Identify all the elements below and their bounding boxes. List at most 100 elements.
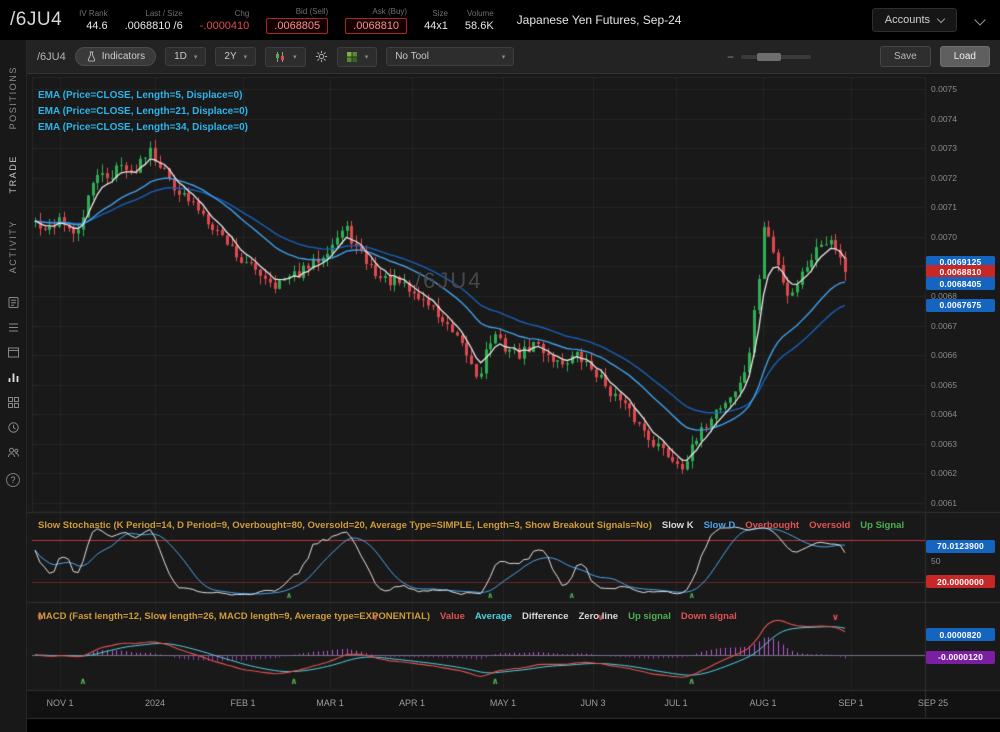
macd-study-label[interactable]: MACD (Fast length=12, Slow length=26, MA… — [38, 611, 430, 622]
stochastic-axis-tag: 20.0000000 — [926, 575, 995, 588]
chart-watermark: /6JU4 — [415, 268, 482, 294]
last-size-field: Last / Size .0068810 /6 — [125, 9, 183, 32]
help-icon[interactable]: ? — [6, 473, 20, 487]
browser-icon[interactable] — [6, 345, 20, 359]
time-axis-label: AUG 1 — [743, 698, 783, 708]
bid-label: Bid (Sell) — [296, 7, 328, 16]
indicators-label: Indicators — [102, 51, 145, 62]
time-axis-label: SEP 25 — [913, 698, 953, 708]
apps-grid-icon[interactable] — [6, 395, 20, 409]
legend-zero-line: Zero line — [579, 611, 619, 622]
chevron-down-icon: ▾ — [244, 53, 248, 61]
time-axis-label: 2024 — [135, 698, 175, 708]
timeframe-dropdown[interactable]: 1D ▾ — [165, 47, 206, 66]
tab-activity[interactable]: ACTIVITY — [8, 220, 18, 273]
tab-trade[interactable]: TRADE — [8, 155, 18, 194]
stochastic-axis-label: 50 — [931, 556, 940, 566]
legend-oversold: Oversold — [809, 520, 850, 531]
stochastic-header: Slow Stochastic (K Period=14, D Period=9… — [38, 520, 924, 531]
layout-grid-icon — [346, 51, 358, 63]
zoom-out-icon[interactable]: − — [727, 50, 734, 64]
chevron-down-icon: ▾ — [194, 53, 198, 61]
price-axis-label: 0.0066 — [931, 350, 957, 360]
chevron-down-icon: ▾ — [365, 53, 369, 61]
candlestick-type-icon — [274, 51, 286, 63]
layout-dropdown[interactable]: ▾ — [337, 47, 378, 67]
journal-icon[interactable] — [6, 295, 20, 309]
drawing-tool-dropdown[interactable]: No Tool ▾ — [386, 47, 514, 66]
save-button[interactable]: Save — [880, 46, 931, 67]
chart-area[interactable]: EMA (Price=CLOSE, Length=5, Displace=0) … — [27, 74, 1000, 732]
change-value: -.0000410 — [200, 20, 250, 32]
legend-difference: Difference — [522, 611, 568, 622]
chart-icon[interactable] — [6, 370, 20, 384]
macd-axis-tag: 0.0000820 — [926, 628, 995, 641]
legend-overbought: Overbought — [745, 520, 799, 531]
watchlist-icon[interactable] — [6, 320, 20, 334]
bid-field: Bid (Sell) .0068805 — [266, 7, 328, 34]
symbol-title: /6JU4 — [10, 9, 62, 31]
ask-button[interactable]: .0068810 — [345, 18, 407, 34]
history-clock-icon[interactable] — [6, 420, 20, 434]
macd-header: MACD (Fast length=12, Slow length=26, MA… — [38, 611, 924, 622]
size-value: 44x1 — [424, 20, 448, 32]
range-dropdown[interactable]: 2Y ▾ — [215, 47, 256, 66]
price-axis-label: 0.0061 — [931, 498, 957, 508]
price-axis-label: 0.0065 — [931, 380, 957, 390]
time-axis-label: SEP 1 — [831, 698, 871, 708]
chart-type-dropdown[interactable]: ▾ — [265, 47, 306, 67]
iv-rank-label: IV Rank — [79, 9, 107, 18]
time-axis-label: JUN 3 — [573, 698, 613, 708]
ema21-study-label[interactable]: EMA (Price=CLOSE, Length=21, Displace=0) — [38, 106, 248, 117]
range-value: 2Y — [224, 51, 236, 62]
legend-value: Value — [440, 611, 465, 622]
price-axis-label: 0.0062 — [931, 468, 957, 478]
instrument-description: Japanese Yen Futures, Sep-24 — [517, 13, 682, 27]
change-field: Chg -.0000410 — [200, 9, 250, 32]
price-axis-label: 0.0063 — [931, 439, 957, 449]
time-axis-label: NOV 1 — [40, 698, 80, 708]
time-axis-label: APR 1 — [392, 698, 432, 708]
chevron-down-icon — [937, 14, 945, 22]
chart-toolbar: /6JU4 Indicators 1D ▾ 2Y ▾ — [27, 40, 1000, 74]
legend-slow-k: Slow K — [662, 520, 694, 531]
timeframe-value: 1D — [174, 51, 187, 62]
time-axis-label: MAY 1 — [483, 698, 523, 708]
size-field: Size 44x1 — [424, 9, 448, 32]
quote-header: /6JU4 IV Rank 44.6 Last / Size .0068810 … — [0, 0, 1000, 40]
last-size-value: .0068810 /6 — [125, 20, 183, 32]
size-label: Size — [432, 9, 448, 18]
price-axis-label: 0.0067 — [931, 321, 957, 331]
tab-positions[interactable]: POSITIONS — [8, 66, 18, 129]
zoom-slider-handle[interactable] — [757, 53, 781, 61]
volume-label: Volume — [467, 9, 494, 18]
accounts-label: Accounts — [885, 14, 930, 26]
accounts-dropdown[interactable]: Accounts — [872, 8, 957, 32]
legend-down-signal: Down signal — [681, 611, 737, 622]
indicators-button[interactable]: Indicators — [75, 47, 156, 66]
time-axis-label: MAR 1 — [310, 698, 350, 708]
price-chart-canvas[interactable] — [27, 74, 1000, 732]
zoom-slider[interactable] — [741, 55, 811, 59]
chevron-down-icon: ▾ — [293, 53, 297, 61]
volume-value: 58.6K — [465, 20, 494, 32]
social-people-icon[interactable] — [6, 445, 20, 459]
volume-field: Volume 58.6K — [465, 9, 494, 32]
macd-axis-tag: -0.0000120 — [926, 651, 995, 664]
ema5-study-label[interactable]: EMA (Price=CLOSE, Length=5, Displace=0) — [38, 90, 242, 101]
stochastic-study-label[interactable]: Slow Stochastic (K Period=14, D Period=9… — [38, 520, 652, 531]
chart-settings-gear-icon[interactable] — [315, 50, 328, 63]
header-collapse-chevron-icon[interactable] — [974, 14, 985, 25]
price-axis-tag: 0.0067675 — [926, 299, 995, 312]
ema34-study-label[interactable]: EMA (Price=CLOSE, Length=34, Displace=0) — [38, 122, 248, 133]
load-button[interactable]: Load — [940, 46, 990, 67]
toolbar-symbol: /6JU4 — [37, 51, 66, 63]
bid-button[interactable]: .0068805 — [266, 18, 328, 34]
price-axis-label: 0.0070 — [931, 232, 957, 242]
trading-app-window: /6JU4 IV Rank 44.6 Last / Size .0068810 … — [0, 0, 1000, 732]
price-axis-label: 0.0073 — [931, 143, 957, 153]
iv-rank-field: IV Rank 44.6 — [79, 9, 107, 32]
flask-icon — [86, 51, 97, 62]
iv-rank-value: 44.6 — [86, 20, 107, 32]
time-axis-label: JUL 1 — [656, 698, 696, 708]
